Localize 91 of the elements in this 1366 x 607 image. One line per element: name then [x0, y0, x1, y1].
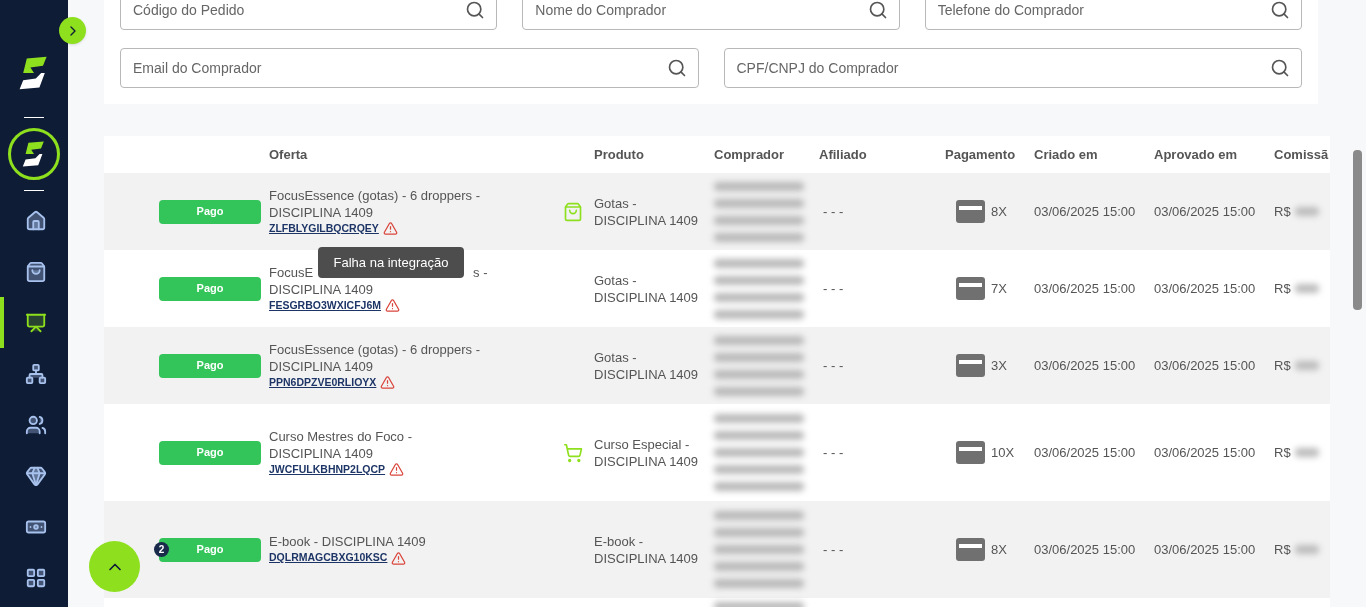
status-badge: Pago — [159, 353, 261, 378]
bag-icon — [562, 201, 583, 222]
column-header: Pagamento — [945, 146, 1016, 162]
warning-icon[interactable] — [380, 375, 396, 390]
product-name: Gotas - DISCIPLINA 1409 — [593, 271, 700, 306]
installments-text: 8X — [991, 540, 1007, 559]
column-header: Criado em — [1034, 146, 1098, 162]
offer-name: FocusE — [269, 263, 314, 281]
order-code-link[interactable]: DQLRMAGCBXG10KSC — [269, 550, 388, 566]
warning-icon[interactable] — [382, 221, 398, 236]
product-name: Gotas - DISCIPLINA 1409 — [593, 348, 700, 383]
affiliate-text: - - - — [822, 540, 845, 559]
order-code-link[interactable]: PPN6DPZVE0RLIOYX — [269, 374, 377, 391]
status-badge: Pago — [159, 440, 261, 465]
approved-date: 03/06/2025 15:00 — [1153, 356, 1257, 375]
warning-icon[interactable] — [385, 298, 400, 313]
search-icon — [666, 58, 687, 78]
blurred-value — [1294, 448, 1319, 457]
status-badge: Pago — [159, 199, 261, 224]
search-icon — [465, 0, 486, 20]
commission-text: R$ — [1274, 356, 1291, 375]
warning-icon[interactable] — [391, 550, 407, 566]
installments-text: 10X — [991, 443, 1015, 462]
commission-text: R$ — [1274, 540, 1291, 559]
credit-card-icon — [956, 538, 985, 561]
expand-button[interactable] — [59, 17, 86, 44]
affiliate-text: - - - — [822, 356, 845, 375]
affiliate-text: - - - — [822, 279, 845, 298]
offer-name: Curso Mestres do Foco - DISCIPLINA 1409 — [269, 427, 414, 462]
home-icon — [25, 209, 47, 232]
credit-card-icon — [956, 441, 985, 464]
installments-text: 3X — [991, 356, 1007, 375]
gem-icon — [25, 464, 47, 487]
blurred-value — [1294, 207, 1319, 216]
board-icon — [25, 311, 47, 334]
status-badge: Pago — [159, 276, 261, 301]
blurred-value — [1294, 284, 1319, 293]
approved-date: 03/06/2025 15:00 — [1153, 202, 1257, 221]
credit-card-icon — [956, 200, 985, 223]
commission-text: R$ — [1274, 279, 1291, 298]
approved-date: 03/06/2025 15:00 — [1153, 279, 1257, 298]
column-header: Comissã — [1274, 146, 1329, 162]
tooltip: Falha na integração — [318, 247, 464, 278]
search-field[interactable]: Nome do Comprador — [522, 0, 900, 30]
users-icon — [25, 413, 47, 436]
installments-text: 7X — [991, 279, 1007, 298]
created-date: 03/06/2025 15:00 — [1033, 540, 1137, 559]
product-name: E-book - DISCIPLINA 1409 — [593, 532, 700, 567]
column-header: Comprador — [714, 146, 785, 162]
bag-icon — [25, 260, 47, 283]
search-icon — [867, 0, 888, 20]
created-date: 03/06/2025 15:00 — [1033, 443, 1137, 462]
offer-name: DISCIPLINA 1409 — [269, 280, 375, 298]
column-header: Afiliado — [819, 146, 867, 162]
order-code-link[interactable]: JWCFULKBHNP2LQCP — [269, 461, 386, 478]
created-date: 03/06/2025 15:00 — [1033, 279, 1137, 298]
column-header: Produto — [594, 146, 644, 162]
search-icon — [1270, 58, 1290, 78]
search-field[interactable]: Código do Pedido — [120, 0, 498, 30]
offer-name: E-book - DISCIPLINA 1409 — [269, 533, 427, 551]
grid-icon — [25, 566, 47, 589]
offer-name: s - — [473, 263, 488, 281]
affiliate-text: - - - — [822, 202, 845, 221]
credit-card-icon — [956, 354, 985, 377]
affiliate-text: - - - — [822, 443, 845, 462]
search-field[interactable]: CPF/CNPJ do Comprador — [723, 48, 1302, 88]
product-name: Gotas - DISCIPLINA 1409 — [593, 194, 700, 229]
blurred-value — [1294, 361, 1319, 370]
column-header: Oferta — [269, 146, 308, 162]
installments-text: 8X — [991, 202, 1007, 221]
search-icon — [1270, 0, 1290, 20]
approved-date: 03/06/2025 15:00 — [1153, 540, 1257, 559]
warning-icon[interactable] — [389, 462, 405, 477]
order-code-link[interactable]: FESGRBO3WXICFJ6M — [269, 297, 381, 314]
scrollbar-thumb[interactable] — [1353, 150, 1362, 310]
cart-icon — [562, 442, 583, 463]
product-name: Curso Especial - DISCIPLINA 1409 — [593, 435, 700, 470]
search-field[interactable]: Email do Comprador — [120, 48, 699, 88]
commission-text: R$ — [1274, 443, 1291, 462]
commission-text: R$ — [1274, 202, 1291, 221]
order-code-link[interactable]: ZLFBLYGILBQCRQEY — [269, 220, 379, 237]
created-date: 03/06/2025 15:00 — [1033, 356, 1137, 375]
column-header: Aprovado em — [1154, 146, 1238, 162]
offer-name: FocusEssence (gotas) - 6 droppers - DISCIPLINA 1409 — [269, 186, 481, 221]
offer-name: FocusEssence (gotas) - 6 droppers - DISCIPLINA 1409 — [269, 340, 481, 375]
created-date: 03/06/2025 15:00 — [1033, 202, 1137, 221]
search-field[interactable]: Telefone do Comprador — [924, 0, 1302, 30]
approved-date: 03/06/2025 15:00 — [1153, 443, 1257, 462]
blurred-value — [1294, 545, 1319, 554]
credit-card-icon — [956, 277, 985, 300]
network-icon — [25, 362, 47, 385]
